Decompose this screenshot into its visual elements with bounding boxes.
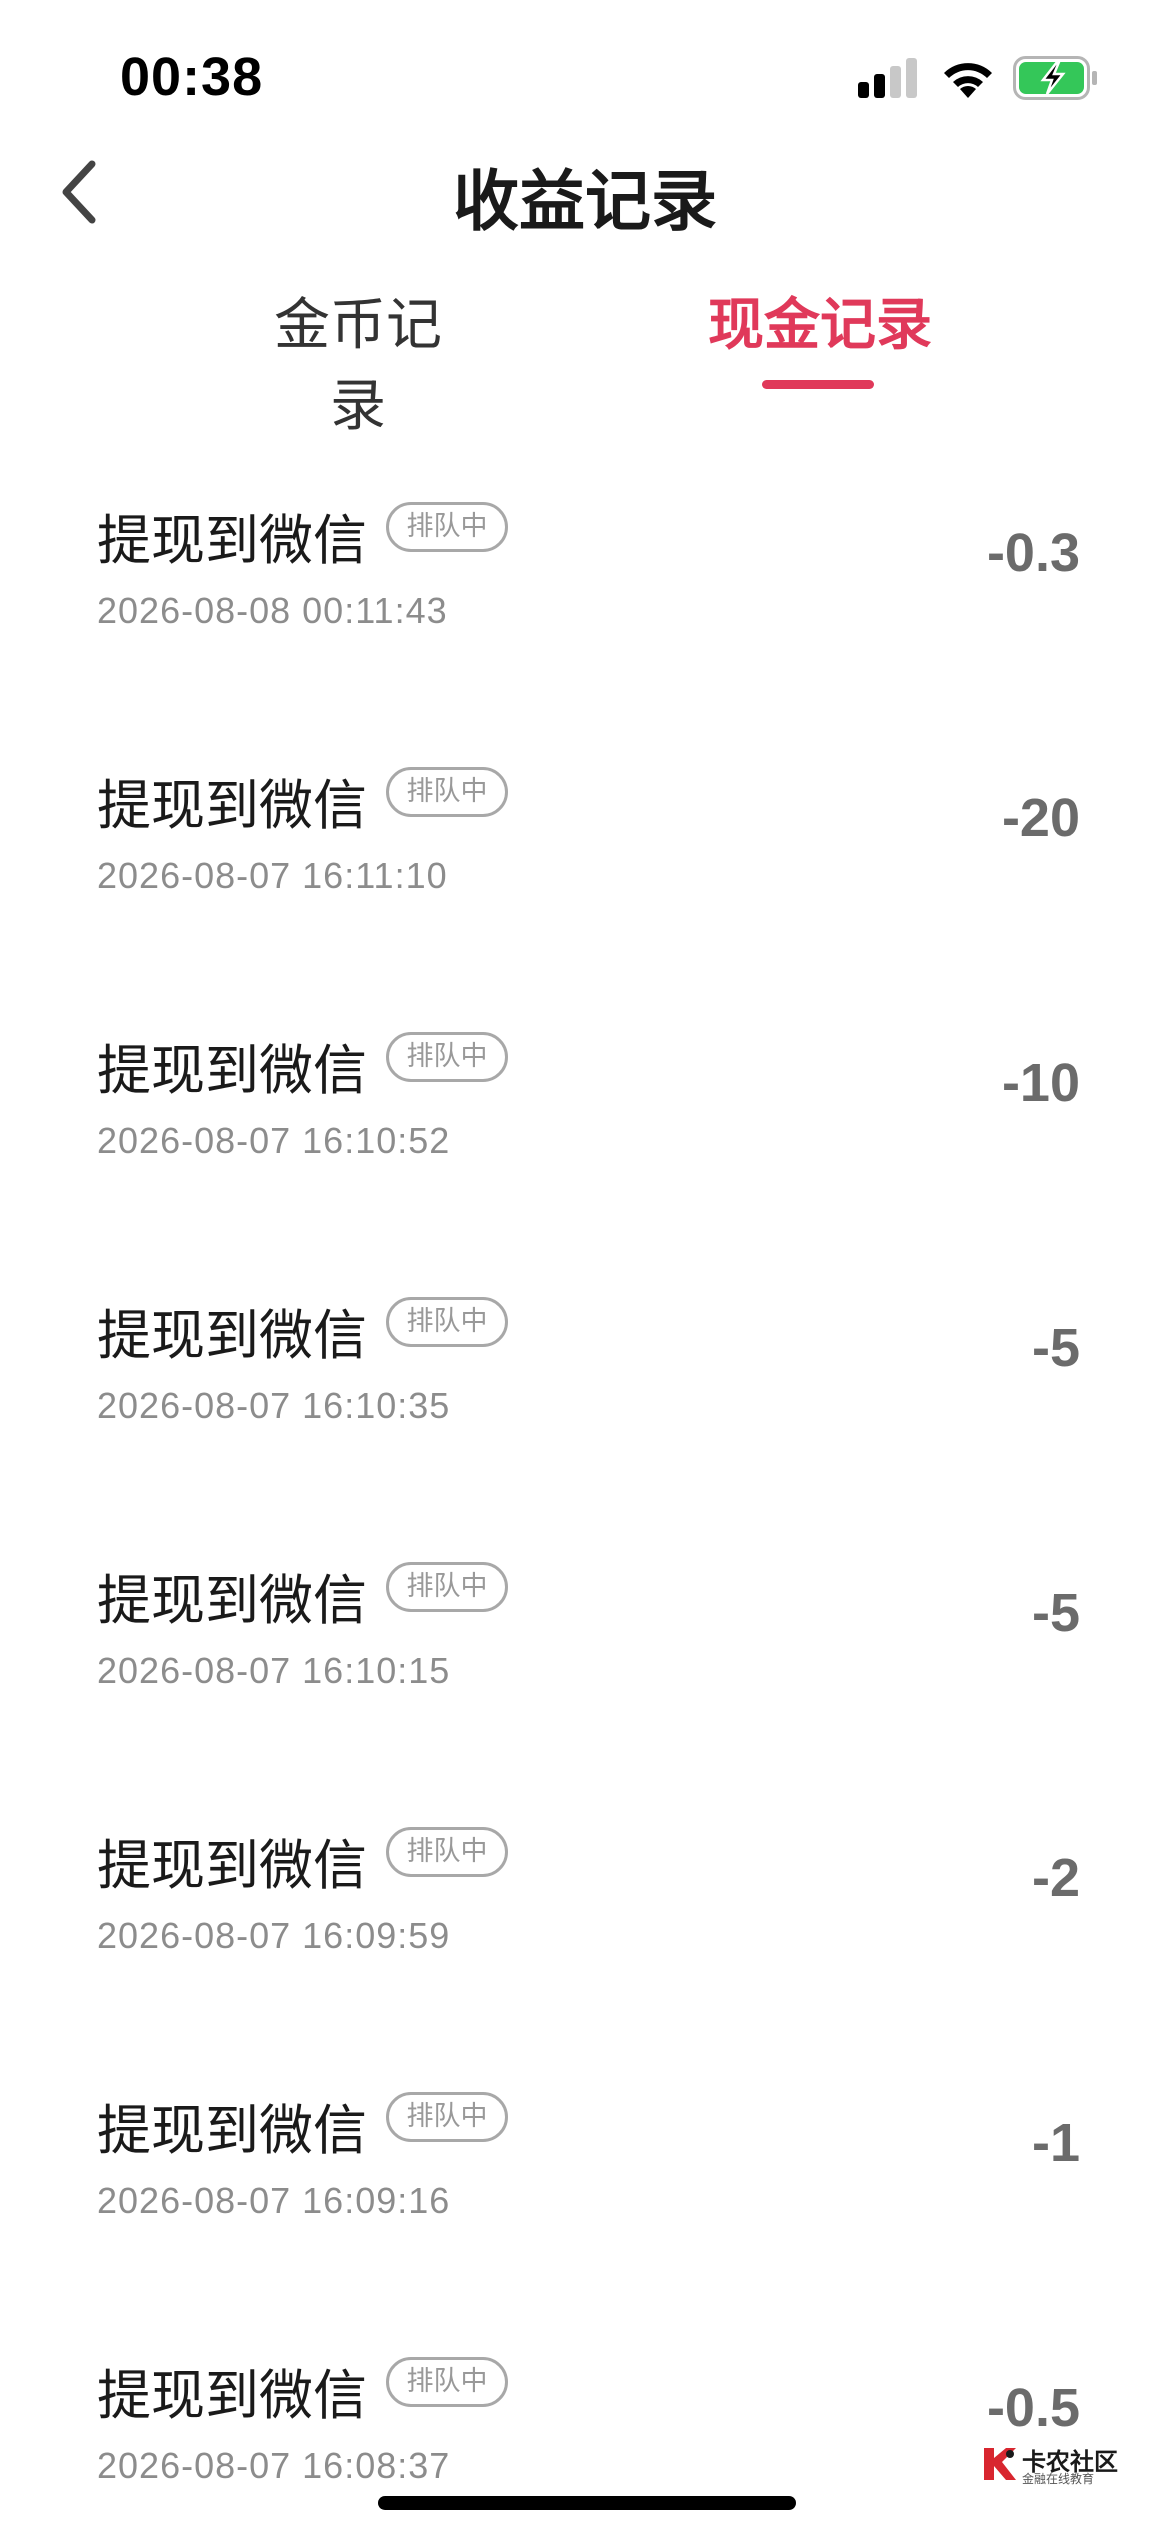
record-item[interactable]: 提现到微信 排队中 2026-08-07 16:10:15 -5 (0, 1490, 1170, 1755)
record-item[interactable]: 提现到微信 排队中 2026-08-07 16:10:52 -10 (0, 960, 1170, 1225)
record-item[interactable]: 提现到微信 排队中 2026-08-07 16:09:16 -1 (0, 2020, 1170, 2285)
status-badge: 排队中 (386, 1032, 508, 1082)
tab-bar: 金币记录 现金记录 (0, 270, 1170, 439)
record-title: 提现到微信 (97, 509, 367, 572)
tab-coin-records[interactable]: 金币记录 (248, 280, 468, 442)
status-bar: 00:38 (0, 0, 1170, 150)
record-datetime: 2026-08-07 16:09:59 (97, 1915, 451, 1956)
signal-icon (858, 58, 917, 98)
record-title: 提现到微信 (97, 1834, 367, 1897)
record-item[interactable]: 提现到微信 排队中 2026-08-08 00:11:43 -0.3 (0, 430, 1170, 695)
page-title: 收益记录 (453, 163, 717, 240)
status-badge: 排队中 (386, 1297, 508, 1347)
record-title: 提现到微信 (97, 774, 367, 837)
record-amount: -0.5 (986, 2378, 1080, 2438)
record-datetime: 2026-08-07 16:10:52 (97, 1120, 451, 1161)
record-amount: -2 (1031, 1848, 1080, 1908)
battery-charging-icon (1013, 56, 1097, 100)
nav-bar: 收益记录 (0, 130, 1170, 250)
record-amount: -10 (1001, 1053, 1080, 1113)
tab-cash-records[interactable]: 现金记录 (705, 280, 935, 361)
status-badge: 排队中 (386, 1562, 508, 1612)
record-title: 提现到微信 (97, 2099, 367, 2162)
record-datetime: 2026-08-07 16:08:37 (97, 2445, 451, 2486)
record-datetime: 2026-08-07 16:10:35 (97, 1385, 451, 1426)
page: 00:38 收益记录 金币记录 现金记录 提现到微信 排队中 2026-08-0… (0, 0, 1170, 2532)
record-amount: -0.3 (986, 523, 1080, 583)
record-title: 提现到微信 (97, 1039, 367, 1102)
record-list: 提现到微信 排队中 2026-08-08 00:11:43 -0.3 提现到微信… (0, 430, 1170, 2532)
watermark-tagline: 金融在线教育 (1022, 2472, 1095, 2486)
status-badge: 排队中 (386, 2092, 508, 2142)
record-amount: -1 (1031, 2113, 1080, 2173)
record-item[interactable]: 提现到微信 排队中 2026-08-07 16:10:35 -5 (0, 1225, 1170, 1490)
status-time: 00:38 (120, 47, 264, 107)
record-datetime: 2026-08-07 16:10:15 (97, 1650, 451, 1691)
record-item[interactable]: 提现到微信 排队中 2026-08-07 16:09:59 -2 (0, 1755, 1170, 2020)
record-amount: -5 (1031, 1583, 1080, 1643)
record-datetime: 2026-08-07 16:09:16 (97, 2180, 451, 2221)
record-title: 提现到微信 (97, 2364, 367, 2427)
record-title: 提现到微信 (97, 1304, 367, 1367)
watermark-logo: 卡农社区 金融在线教育 (980, 2440, 1120, 2490)
record-datetime: 2026-08-08 00:11:43 (97, 590, 448, 631)
status-badge: 排队中 (386, 767, 508, 817)
record-title: 提现到微信 (97, 1569, 367, 1632)
status-badge: 排队中 (386, 2357, 508, 2407)
record-amount: -20 (1001, 788, 1080, 848)
wifi-icon (944, 63, 992, 98)
record-item[interactable]: 提现到微信 排队中 2026-08-07 16:11:10 -20 (0, 695, 1170, 960)
active-tab-indicator (762, 380, 874, 389)
record-amount: -5 (1031, 1318, 1080, 1378)
record-datetime: 2026-08-07 16:11:10 (97, 855, 448, 896)
kanong-logo-icon (984, 2448, 1016, 2480)
record-item[interactable]: 提现到微信 排队中 2026-08-07 16:08:37 -0.5 (0, 2285, 1170, 2532)
status-badge: 排队中 (386, 502, 508, 552)
home-indicator[interactable] (378, 2496, 796, 2510)
status-badge: 排队中 (386, 1827, 508, 1877)
